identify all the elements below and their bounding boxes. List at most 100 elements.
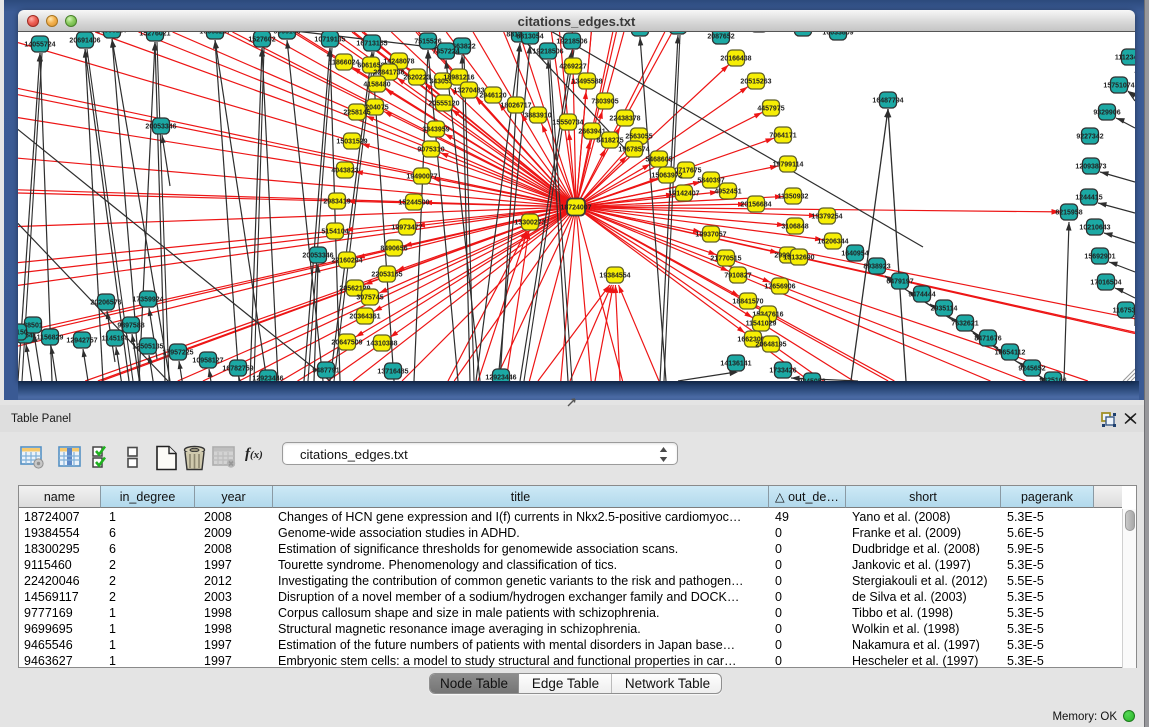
- svg-text:1640954: 1640954: [841, 251, 868, 258]
- svg-text:22438378: 22438378: [609, 116, 640, 123]
- svg-text:10210643: 10210643: [1079, 225, 1110, 232]
- svg-text:20156684: 20156684: [740, 202, 771, 209]
- svg-text:20691406: 20691406: [69, 38, 100, 45]
- svg-text:9245652: 9245652: [1018, 366, 1045, 373]
- svg-text:17359924: 17359924: [132, 297, 163, 304]
- svg-text:20053346: 20053346: [145, 124, 176, 131]
- svg-text:16713155: 16713155: [356, 41, 387, 48]
- svg-text:3883910: 3883910: [524, 113, 551, 120]
- svg-text:8490656: 8490656: [380, 246, 407, 253]
- svg-text:8938923: 8938923: [863, 264, 890, 271]
- svg-text:11866024: 11866024: [329, 60, 360, 67]
- svg-text:19937057: 19937057: [695, 232, 726, 239]
- svg-text:18724007: 18724007: [560, 205, 591, 212]
- svg-text:10654112: 10654112: [995, 350, 1026, 357]
- svg-text:2983419: 2983419: [323, 199, 350, 206]
- svg-text:13300273: 13300273: [514, 220, 545, 227]
- svg-text:15063972: 15063972: [651, 173, 682, 180]
- svg-text:3343959: 3343959: [422, 127, 449, 134]
- svg-text:7064171: 7064171: [769, 133, 796, 140]
- svg-text:15550734: 15550734: [552, 120, 583, 127]
- svg-text:19379254: 19379254: [811, 214, 842, 221]
- svg-text:4043823: 4043823: [331, 168, 358, 175]
- svg-text:13132690: 13132690: [783, 255, 814, 262]
- svg-text:3106848: 3106848: [781, 224, 808, 231]
- svg-text:19218506: 19218506: [556, 39, 587, 46]
- svg-text:20647509: 20647509: [331, 340, 362, 347]
- svg-text:12942757: 12942757: [66, 338, 97, 345]
- svg-text:8418275: 8418275: [596, 138, 623, 145]
- svg-text:12093873: 12093873: [1075, 164, 1106, 171]
- svg-text:16033809: 16033809: [822, 32, 853, 37]
- svg-text:6966160: 6966160: [273, 32, 300, 36]
- svg-text:20206576: 20206576: [90, 300, 121, 307]
- svg-text:15692901: 15692901: [1084, 254, 1115, 261]
- svg-text:8471676: 8471676: [974, 336, 1001, 343]
- svg-text:18981216: 18981216: [443, 75, 474, 82]
- svg-text:4457975: 4457975: [757, 106, 784, 113]
- svg-text:9474444: 9474444: [908, 292, 935, 299]
- svg-text:9325106: 9325106: [1039, 378, 1066, 382]
- svg-text:1733426: 1733426: [769, 368, 796, 375]
- svg-text:9075310: 9075310: [417, 147, 444, 154]
- svg-text:2258145: 2258145: [343, 110, 370, 117]
- svg-text:19384554: 19384554: [599, 273, 630, 280]
- svg-text:22053165: 22053165: [371, 272, 402, 279]
- svg-text:17016504: 17016504: [1090, 280, 1121, 287]
- svg-text:8813054: 8813054: [516, 34, 543, 41]
- svg-text:17957225: 17957225: [162, 350, 193, 357]
- svg-text:11123456: 11123456: [1115, 55, 1135, 62]
- svg-text:1145194: 1145194: [102, 336, 129, 343]
- svg-text:9329906: 9329906: [1093, 110, 1120, 117]
- svg-text:13495588: 13495588: [571, 79, 602, 86]
- svg-text:8215958: 8215958: [1055, 210, 1082, 217]
- svg-text:20555120: 20555120: [428, 101, 459, 108]
- svg-text:7081234: 7081234: [789, 32, 816, 33]
- svg-text:15244500: 15244500: [398, 200, 429, 207]
- svg-text:9897588: 9897588: [117, 323, 144, 330]
- svg-text:9121435: 9121435: [626, 32, 653, 33]
- svg-text:2563055: 2563055: [625, 134, 652, 141]
- svg-text:2935114: 2935114: [931, 306, 958, 313]
- svg-text:13716485: 13716485: [377, 369, 408, 376]
- svg-text:39150: 39150: [18, 330, 28, 337]
- svg-text:1167533: 1167533: [1113, 308, 1135, 315]
- svg-text:10653267: 10653267: [96, 32, 127, 35]
- svg-text:12923446: 12923446: [252, 376, 283, 382]
- svg-text:2620223: 2620223: [403, 75, 430, 82]
- svg-text:19973477: 19973477: [391, 225, 422, 232]
- svg-text:4952451: 4952451: [714, 189, 741, 196]
- svg-text:7303905: 7303905: [591, 99, 618, 106]
- svg-text:14310388: 14310388: [366, 341, 397, 348]
- svg-text:16206344: 16206344: [817, 239, 848, 246]
- svg-text:1156829: 1156829: [37, 335, 64, 342]
- svg-text:15031529: 15031529: [336, 139, 367, 146]
- svg-text:3075745: 3075745: [356, 295, 383, 302]
- svg-text:15276021: 15276021: [139, 32, 170, 38]
- svg-text:1244415: 1244415: [1075, 195, 1102, 202]
- svg-text:19142407: 19142407: [668, 191, 699, 198]
- svg-text:6479197: 6479197: [886, 279, 913, 286]
- svg-text:4158480: 4158480: [363, 82, 390, 89]
- svg-text:21770515: 21770515: [710, 256, 741, 263]
- svg-text:10719135: 10719135: [314, 37, 345, 44]
- svg-text:18841570: 18841570: [732, 299, 763, 306]
- svg-text:14055724: 14055724: [24, 42, 55, 49]
- svg-text:2946120: 2946120: [479, 93, 506, 100]
- svg-text:10663267: 10663267: [199, 32, 230, 36]
- svg-text:20648195: 20648195: [755, 342, 786, 349]
- svg-text:20166438: 20166438: [720, 56, 751, 63]
- svg-text:15751074: 15751074: [1103, 83, 1134, 90]
- svg-text:7910827: 7910827: [724, 273, 751, 280]
- svg-text:9245052: 9245052: [798, 379, 825, 382]
- svg-text:5154104: 5154104: [321, 229, 348, 236]
- svg-text:20053346: 20053346: [302, 253, 333, 260]
- svg-text:19218506: 19218506: [532, 49, 563, 56]
- svg-text:22160294: 22160294: [331, 258, 362, 265]
- svg-text:10958127: 10958127: [192, 358, 223, 365]
- svg-text:9487791: 9487791: [312, 368, 339, 375]
- svg-text:14136141: 14136141: [720, 361, 751, 368]
- svg-text:16487794: 16487794: [872, 98, 903, 105]
- svg-text:12505135: 12505135: [132, 344, 163, 351]
- svg-text:9227342: 9227342: [1076, 134, 1103, 141]
